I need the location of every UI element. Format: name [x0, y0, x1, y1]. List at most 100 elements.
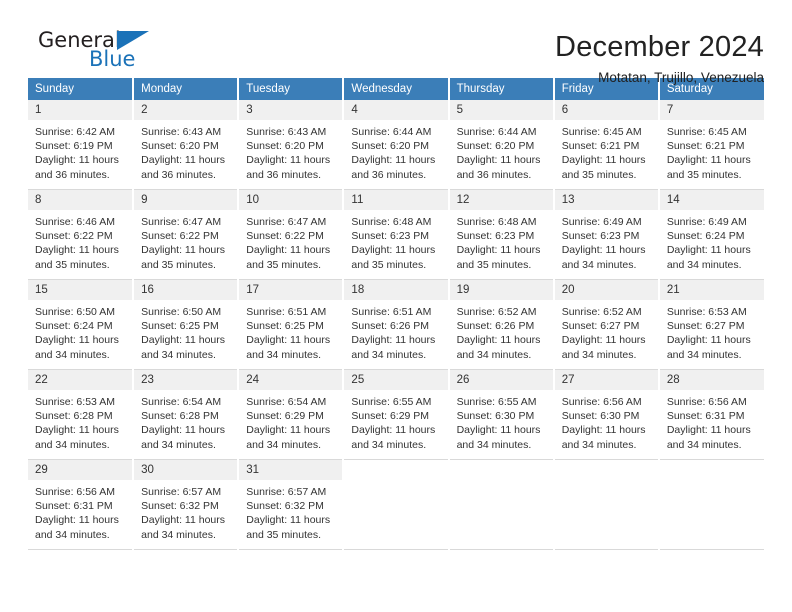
day-header-tuesday: Tuesday — [238, 78, 345, 100]
daylight-text: Daylight: 11 hours and 34 minutes. — [35, 334, 119, 361]
day-details: Sunrise: 6:53 AM Sunset: 6:28 PM Daylight:… — [28, 390, 132, 452]
day-number: 25 — [344, 370, 448, 390]
sunrise-text: Sunrise: 6:45 AM — [666, 126, 747, 138]
sunset-text: Sunset: 6:23 PM — [561, 230, 640, 243]
sunrise-text: Sunrise: 6:44 AM — [351, 126, 432, 138]
sunrise-text: Sunrise: 6:57 AM — [141, 486, 222, 498]
day-number: 21 — [659, 280, 764, 300]
calendar-day-cell[interactable]: 22 Sunrise: 6:53 AM Sunset: 6:28 PM Dayligh… — [28, 369, 135, 460]
sunrise-text: Sunrise: 6:54 AM — [141, 396, 222, 408]
calendar-day-cell[interactable]: 25 Sunrise: 6:55 AM Sunset: 6:29 PM Dayligh… — [343, 369, 450, 460]
calendar-day-cell[interactable]: 13 Sunrise: 6:49 AM Sunset: 6:23 PM Dayligh… — [553, 189, 660, 280]
sunset-text: Sunset: 6:20 PM — [246, 140, 324, 153]
calendar-week-row: 1 Sunrise: 6:42 AM Sunset: 6:19 PM Daylight… — [28, 100, 764, 190]
calendar-day-cell[interactable]: 23 Sunrise: 6:54 AM Sunset: 6:28 PM Dayligh… — [133, 369, 240, 460]
sunrise-text: Sunrise: 6:43 AM — [246, 126, 327, 138]
day-number: 16 — [134, 280, 238, 300]
daylight-text: Daylight: 11 hours and 34 minutes. — [141, 514, 225, 541]
day-details: Sunrise: 6:55 AM Sunset: 6:30 PM Daylight:… — [450, 390, 553, 452]
day-number: 2 — [134, 100, 238, 120]
sunset-text: Sunset: 6:20 PM — [456, 140, 535, 153]
calendar-day-cell[interactable]: 17 Sunrise: 6:51 AM Sunset: 6:25 PM Dayligh… — [238, 279, 345, 370]
calendar-day-cell[interactable]: 29 Sunrise: 6:56 AM Sunset: 6:31 PM Dayligh… — [28, 459, 135, 550]
daylight-text: Daylight: 11 hours and 36 minutes. — [456, 154, 541, 181]
sunset-text: Sunset: 6:27 PM — [666, 320, 745, 333]
day-details: Sunrise: 6:54 AM Sunset: 6:28 PM Daylight:… — [134, 390, 237, 452]
calendar-day-cell-empty — [553, 459, 660, 550]
day-number: 11 — [344, 190, 448, 210]
calendar-day-cell[interactable]: 7 Sunrise: 6:45 AM Sunset: 6:21 PM Daylight… — [658, 100, 764, 190]
day-number: 20 — [554, 280, 658, 300]
day-details: Sunrise: 6:56 AM Sunset: 6:31 PM Daylight:… — [660, 390, 764, 452]
day-header-thursday: Thursday — [448, 78, 555, 100]
calendar-day-cell[interactable]: 27 Sunrise: 6:56 AM Sunset: 6:30 PM Dayligh… — [553, 369, 660, 460]
day-number: 31 — [239, 460, 343, 480]
day-details: Sunrise: 6:50 AM Sunset: 6:25 PM Daylight:… — [134, 300, 237, 362]
sunrise-text: Sunrise: 6:54 AM — [246, 396, 327, 408]
sunset-text: Sunset: 6:26 PM — [351, 320, 430, 333]
day-details: Sunrise: 6:52 AM Sunset: 6:26 PM Daylight:… — [450, 300, 553, 362]
calendar-day-cell[interactable]: 18 Sunrise: 6:51 AM Sunset: 6:26 PM Dayligh… — [343, 279, 450, 370]
sunset-text: Sunset: 6:30 PM — [561, 410, 640, 423]
calendar-day-cell[interactable]: 28 Sunrise: 6:56 AM Sunset: 6:31 PM Dayligh… — [658, 369, 764, 460]
calendar-day-cell[interactable]: 9 Sunrise: 6:47 AM Sunset: 6:22 PM Daylight… — [133, 189, 240, 280]
day-number: 9 — [134, 190, 238, 210]
calendar-day-cell[interactable]: 24 Sunrise: 6:54 AM Sunset: 6:29 PM Dayligh… — [238, 369, 345, 460]
day-details: Sunrise: 6:50 AM Sunset: 6:24 PM Daylight:… — [28, 300, 132, 362]
calendar-day-cell[interactable]: 19 Sunrise: 6:52 AM Sunset: 6:26 PM Dayligh… — [448, 279, 555, 370]
calendar-day-cell[interactable]: 14 Sunrise: 6:49 AM Sunset: 6:24 PM Dayligh… — [658, 189, 764, 280]
sunrise-text: Sunrise: 6:48 AM — [351, 216, 432, 228]
sunrise-text: Sunrise: 6:52 AM — [561, 306, 642, 318]
calendar-day-cell[interactable]: 11 Sunrise: 6:48 AM Sunset: 6:23 PM Dayligh… — [343, 189, 450, 280]
daylight-text: Daylight: 11 hours and 34 minutes. — [35, 514, 119, 541]
calendar-day-cell[interactable]: 3 Sunrise: 6:43 AM Sunset: 6:20 PM Daylight… — [238, 100, 345, 190]
calendar-day-cell[interactable]: 20 Sunrise: 6:52 AM Sunset: 6:27 PM Dayligh… — [553, 279, 660, 370]
sunrise-text: Sunrise: 6:56 AM — [35, 486, 115, 498]
sunset-text: Sunset: 6:30 PM — [456, 410, 535, 423]
sunset-text: Sunset: 6:22 PM — [141, 230, 219, 243]
daylight-text: Daylight: 11 hours and 35 minutes. — [351, 244, 436, 271]
sunset-text: Sunset: 6:24 PM — [35, 320, 113, 333]
sunrise-text: Sunrise: 6:47 AM — [246, 216, 327, 228]
day-number: 17 — [239, 280, 343, 300]
daylight-text: Daylight: 11 hours and 34 minutes. — [351, 424, 436, 451]
sunset-text: Sunset: 6:25 PM — [141, 320, 219, 333]
day-header-wednesday: Wednesday — [343, 78, 450, 100]
calendar-day-cell[interactable]: 12 Sunrise: 6:48 AM Sunset: 6:23 PM Dayligh… — [448, 189, 555, 280]
calendar-day-cell[interactable]: 15 Sunrise: 6:50 AM Sunset: 6:24 PM Dayligh… — [28, 279, 135, 370]
calendar-day-cell[interactable]: 5 Sunrise: 6:44 AM Sunset: 6:20 PM Daylight… — [448, 100, 555, 190]
sunrise-text: Sunrise: 6:50 AM — [35, 306, 115, 318]
calendar-week-row: 22 Sunrise: 6:53 AM Sunset: 6:28 PM Dayligh… — [28, 369, 764, 460]
day-details: Sunrise: 6:48 AM Sunset: 6:23 PM Daylight:… — [344, 210, 447, 272]
calendar-day-cell[interactable]: 10 Sunrise: 6:47 AM Sunset: 6:22 PM Dayligh… — [238, 189, 345, 280]
day-details: Sunrise: 6:43 AM Sunset: 6:20 PM Daylight:… — [134, 120, 237, 182]
day-details: Sunrise: 6:57 AM Sunset: 6:32 PM Daylight:… — [239, 480, 342, 542]
calendar-day-cell[interactable]: 8 Sunrise: 6:46 AM Sunset: 6:22 PM Daylight… — [28, 189, 135, 280]
sunset-text: Sunset: 6:27 PM — [561, 320, 640, 333]
sunrise-text: Sunrise: 6:57 AM — [246, 486, 327, 498]
day-details: Sunrise: 6:57 AM Sunset: 6:32 PM Daylight:… — [134, 480, 237, 542]
calendar-day-cell-empty — [448, 459, 555, 550]
daylight-text: Daylight: 11 hours and 35 minutes. — [35, 244, 119, 271]
sunset-text: Sunset: 6:23 PM — [351, 230, 430, 243]
day-details: Sunrise: 6:44 AM Sunset: 6:20 PM Daylight:… — [450, 120, 553, 182]
sunset-text: Sunset: 6:26 PM — [456, 320, 535, 333]
calendar-day-cell[interactable]: 30 Sunrise: 6:57 AM Sunset: 6:32 PM Dayligh… — [133, 459, 240, 550]
sunrise-text: Sunrise: 6:48 AM — [456, 216, 537, 228]
calendar-day-cell-empty — [658, 459, 764, 550]
daylight-text: Daylight: 11 hours and 34 minutes. — [246, 424, 331, 451]
calendar-day-cell[interactable]: 6 Sunrise: 6:45 AM Sunset: 6:21 PM Daylight… — [553, 100, 660, 190]
calendar-day-cell[interactable]: 2 Sunrise: 6:43 AM Sunset: 6:20 PM Daylight… — [133, 100, 240, 190]
calendar-day-cell[interactable]: 4 Sunrise: 6:44 AM Sunset: 6:20 PM Daylight… — [343, 100, 450, 190]
calendar-day-cell[interactable]: 1 Sunrise: 6:42 AM Sunset: 6:19 PM Daylight… — [28, 100, 135, 190]
sunrise-text: Sunrise: 6:56 AM — [561, 396, 642, 408]
sunset-text: Sunset: 6:29 PM — [351, 410, 430, 423]
daylight-text: Daylight: 11 hours and 34 minutes. — [561, 334, 646, 361]
sunrise-text: Sunrise: 6:53 AM — [666, 306, 747, 318]
calendar-day-cell[interactable]: 21 Sunrise: 6:53 AM Sunset: 6:27 PM Dayligh… — [658, 279, 764, 370]
calendar-day-cell[interactable]: 16 Sunrise: 6:50 AM Sunset: 6:25 PM Dayligh… — [133, 279, 240, 370]
daylight-text: Daylight: 11 hours and 34 minutes. — [456, 334, 541, 361]
general-blue-logo[interactable]: General Blue — [28, 28, 178, 80]
calendar-day-cell[interactable]: 26 Sunrise: 6:55 AM Sunset: 6:30 PM Dayligh… — [448, 369, 555, 460]
calendar-day-cell[interactable]: 31 Sunrise: 6:57 AM Sunset: 6:32 PM Dayligh… — [238, 459, 345, 550]
